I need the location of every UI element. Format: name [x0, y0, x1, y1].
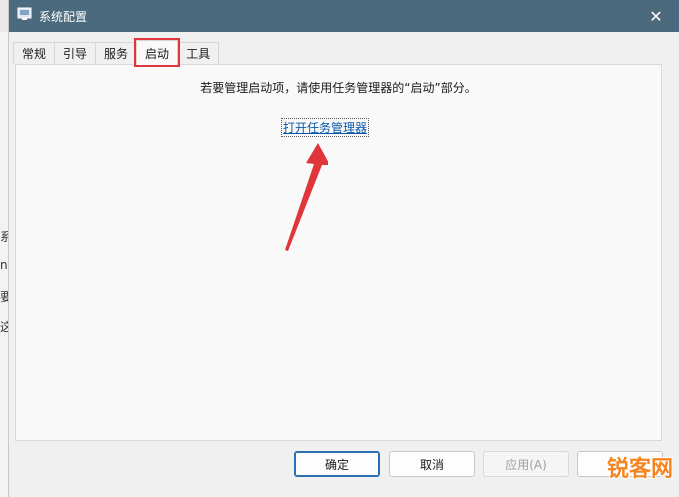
tab-boot[interactable]: 引导: [54, 42, 97, 64]
apply-button[interactable]: 应用(A): [483, 451, 569, 477]
tab-general[interactable]: 常规: [13, 42, 56, 64]
background-text: 系: [0, 230, 9, 244]
cancel-button[interactable]: 取消: [389, 451, 475, 477]
title-bar[interactable]: 系统配置 ✕: [9, 0, 679, 32]
ok-button[interactable]: 确定: [294, 451, 380, 477]
tab-tools[interactable]: 工具: [177, 42, 220, 64]
tab-bar: 常规 引导 服务 启动 工具: [13, 38, 220, 67]
open-task-manager-link[interactable]: 打开任务管理器: [280, 118, 370, 137]
background-text: n: [0, 258, 8, 272]
close-icon: ✕: [649, 6, 663, 26]
msconfig-app-icon: [17, 7, 32, 20]
system-config-window: 系统配置 ✕ 常规 引导 服务 启动 工具 若要管理启动项，请使用任务管理器的“…: [9, 0, 679, 497]
tab-startup[interactable]: 启动: [134, 38, 181, 67]
window-title: 系统配置: [39, 10, 88, 24]
background-text: 要: [0, 290, 9, 304]
close-button[interactable]: ✕: [633, 0, 679, 32]
background-text: 这: [0, 320, 9, 334]
startup-panel: 若要管理启动项，请使用任务管理器的“启动”部分。 打开任务管理器: [15, 64, 662, 441]
startup-info-text: 若要管理启动项，请使用任务管理器的“启动”部分。: [200, 81, 477, 95]
tab-services[interactable]: 服务: [95, 42, 138, 64]
red-arrow-annotation: [285, 143, 328, 251]
watermark-logo: 锐客网: [606, 457, 673, 482]
